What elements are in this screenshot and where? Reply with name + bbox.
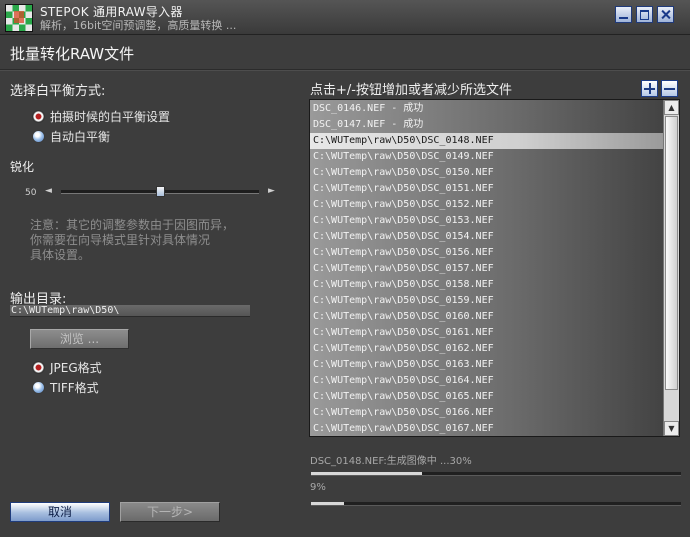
white-balance-label: 选择白平衡方式:: [10, 84, 106, 99]
adjustment-note: 注意：其它的调整参数由于因图而异， 你需要在向导模式里针对具体情况 具体设置。: [30, 218, 235, 262]
file-list-item[interactable]: C:\WUTemp\raw\D50\DSC_0160.NEF: [310, 309, 664, 325]
file-list-item[interactable]: C:\WUTemp\raw\D50\DSC_0150.NEF: [310, 165, 664, 181]
wb-as-shot-label[interactable]: 拍摄时候的白平衡设置: [50, 108, 170, 125]
file-list-item[interactable]: C:\WUTemp\raw\D50\DSC_0165.NEF: [310, 389, 664, 405]
header-divider: [0, 69, 690, 71]
jpeg-format-radio[interactable]: [32, 361, 45, 374]
file-list-item[interactable]: C:\WUTemp\raw\D50\DSC_0152.NEF: [310, 197, 664, 213]
scroll-up-icon[interactable]: ▲: [664, 100, 679, 115]
app-logo-icon: [5, 4, 33, 32]
file-list-item[interactable]: C:\WUTemp\raw\D50\DSC_0156.NEF: [310, 245, 664, 261]
total-progress-status: 9%: [310, 482, 326, 493]
cancel-button[interactable]: 取消: [10, 502, 110, 522]
tiff-format-label[interactable]: TIFF格式: [50, 379, 99, 396]
file-progress-status: DSC_0148.NEF:生成图像中 ...30%: [310, 456, 472, 467]
output-dir-field[interactable]: C:\WUTemp\raw\D50\: [10, 305, 250, 317]
total-progress-bar: [311, 502, 681, 506]
file-progress-bar: [311, 472, 681, 476]
file-list-item[interactable]: C:\WUTemp\raw\D50\DSC_0164.NEF: [310, 373, 664, 389]
file-list-item[interactable]: C:\WUTemp\raw\D50\DSC_0166.NEF: [310, 405, 664, 421]
file-list-item[interactable]: C:\WUTemp\raw\D50\DSC_0151.NEF: [310, 181, 664, 197]
file-list-scrollbar[interactable]: ▲ ▼: [663, 100, 679, 436]
file-list-item[interactable]: C:\WUTemp\raw\D50\DSC_0158.NEF: [310, 277, 664, 293]
wb-as-shot-radio[interactable]: [32, 110, 45, 123]
total-progress-fill: [311, 502, 345, 505]
wb-auto-radio[interactable]: [32, 130, 45, 143]
file-list-item[interactable]: C:\WUTemp\raw\D50\DSC_0167.NEF: [310, 421, 664, 436]
plus-icon[interactable]: [641, 80, 658, 97]
file-list-item[interactable]: DSC_0146.NEF - 成功: [310, 101, 664, 117]
tiff-format-radio[interactable]: [32, 381, 45, 394]
file-progress-fill: [311, 472, 422, 475]
file-list-items: DSC_0146.NEF - 成功 DSC_0147.NEF - 成功 C:\WUT…: [310, 101, 664, 436]
sharpen-value: 50: [25, 188, 37, 198]
file-list-item[interactable]: DSC_0147.NEF - 成功: [310, 117, 664, 133]
file-list-item[interactable]: C:\WUTemp\raw\D50\DSC_0153.NEF: [310, 213, 664, 229]
scroll-down-icon[interactable]: ▼: [664, 421, 679, 436]
file-list-item[interactable]: C:\WUTemp\raw\D50\DSC_0161.NEF: [310, 325, 664, 341]
file-list-item[interactable]: C:\WUTemp\raw\D50\DSC_0163.NEF: [310, 357, 664, 373]
file-list-item[interactable]: C:\WUTemp\raw\D50\DSC_0162.NEF: [310, 341, 664, 357]
file-list-item[interactable]: C:\WUTemp\raw\D50\DSC_0149.NEF: [310, 149, 664, 165]
maximize-icon[interactable]: [636, 6, 653, 23]
slider-left-arrow-icon[interactable]: ◄: [45, 186, 52, 196]
close-icon[interactable]: [657, 6, 674, 23]
sharpen-slider-thumb[interactable]: [155, 186, 165, 197]
scrollbar-thumb[interactable]: [665, 116, 678, 390]
file-list-item[interactable]: C:\WUTemp\raw\D50\DSC_0154.NEF: [310, 229, 664, 245]
title-bar[interactable]: STEPOK 通用RAW导入器 解析，16bit空间预调整，高质量转换 ...: [0, 0, 690, 35]
browse-button[interactable]: 浏览 ...: [30, 329, 129, 349]
sharpen-label: 锐化: [10, 160, 35, 174]
minus-icon[interactable]: [661, 80, 678, 97]
page-title: 批量转化RAW文件: [10, 45, 135, 63]
window-subtitle: 解析，16bit空间预调整，高质量转换 ...: [40, 19, 237, 32]
file-list-item[interactable]: C:\WUTemp\raw\D50\DSC_0159.NEF: [310, 293, 664, 309]
jpeg-format-label[interactable]: JPEG格式: [50, 359, 102, 376]
file-list-hint: 点击+/-按钮增加或者减少所选文件: [310, 83, 512, 98]
file-list-item[interactable]: C:\WUTemp\raw\D50\DSC_0148.NEF: [310, 133, 664, 149]
slider-right-arrow-icon[interactable]: ►: [268, 186, 275, 196]
file-list[interactable]: DSC_0146.NEF - 成功 DSC_0147.NEF - 成功 C:\WUT…: [309, 99, 680, 437]
file-list-item[interactable]: C:\WUTemp\raw\D50\DSC_0157.NEF: [310, 261, 664, 277]
wb-auto-label[interactable]: 自动白平衡: [50, 128, 110, 145]
minimize-icon[interactable]: [615, 6, 632, 23]
next-button[interactable]: 下一步>: [120, 502, 220, 522]
